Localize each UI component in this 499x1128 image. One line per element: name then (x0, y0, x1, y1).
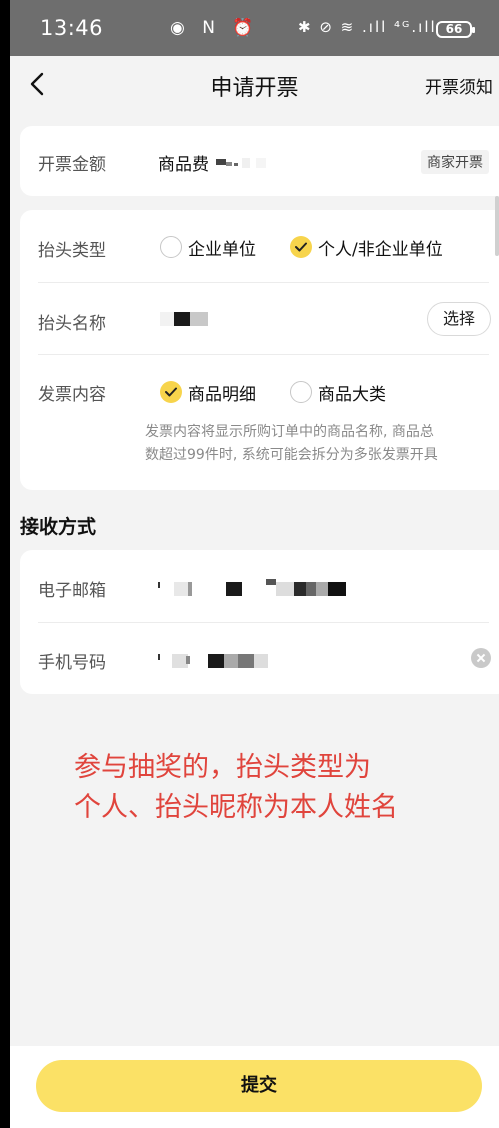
redacted-amount (216, 158, 266, 168)
status-icons-left: ◉ N ⏰ (170, 18, 260, 38)
invoice-notice-link[interactable]: 开票须知 (425, 73, 493, 98)
option-personal-label[interactable]: 个人/非企业单位 (318, 235, 443, 260)
receive-method-title: 接收方式 (20, 516, 97, 538)
annotation-line2: 个人、抬头昵称为本人姓名 (74, 792, 398, 823)
annotation-text: 参与抽奖的，抬头类型为 个人、抬头昵称为本人姓名 (74, 748, 474, 828)
submit-button[interactable]: 提交 (36, 1060, 482, 1112)
radio-item-detail-checked[interactable] (160, 381, 182, 403)
status-time: 13:46 (40, 16, 104, 40)
redacted-phone[interactable] (158, 650, 288, 670)
title-name-label: 抬头名称 (38, 314, 106, 334)
choose-title-button[interactable]: 选择 (427, 302, 491, 336)
content-hint-line1: 发票内容将显示所购订单中的商品名称, 商品总 (145, 424, 434, 440)
redacted-title-name[interactable] (160, 310, 210, 328)
invoice-info-card: 抬头类型 企业单位 个人/非企业单位 抬头名称 选择 发票内容 商品明细 商品大… (20, 210, 499, 490)
radio-item-category[interactable] (290, 381, 312, 403)
amount-card: 开票金额 商品费 商家开票 (20, 126, 499, 196)
invoice-content-label: 发票内容 (38, 385, 106, 405)
receive-card: 电子邮箱 手机号码 (20, 550, 499, 694)
content-hint-line2: 数超过99件时, 系统可能会拆分为多张发票开具 (145, 447, 438, 463)
phone-label: 手机号码 (38, 653, 106, 673)
annotation-line1: 参与抽奖的，抬头类型为 (74, 752, 371, 783)
check-icon (165, 387, 177, 397)
title-type-label: 抬头类型 (38, 241, 106, 261)
divider (38, 354, 489, 355)
bottom-bar: 提交 (10, 1046, 499, 1128)
option-company-label[interactable]: 企业单位 (188, 235, 256, 260)
option-item-detail-label[interactable]: 商品明细 (188, 380, 256, 405)
clear-input-icon[interactable] (471, 648, 491, 668)
battery-icon: 66 (436, 21, 475, 38)
amount-label: 开票金额 (38, 155, 106, 175)
option-item-category-label[interactable]: 商品大类 (318, 380, 386, 405)
redacted-email[interactable] (158, 578, 358, 598)
email-label: 电子邮箱 (38, 581, 106, 601)
amount-value-prefix: 商品费 (158, 155, 209, 175)
radio-personal-checked[interactable] (290, 236, 312, 258)
phone-screen: 13:46 ◉ N ⏰ ✱ ⊘ ≋ .ıll ⁴ᴳ.ıll 66 申请开票 开票… (10, 0, 499, 1128)
signal-icons: ✱ ⊘ ≋ .ıll ⁴ᴳ.ıll (298, 18, 437, 36)
divider (38, 622, 489, 623)
nav-header: 申请开票 开票须知 (10, 56, 499, 114)
status-bar: 13:46 ◉ N ⏰ ✱ ⊘ ≋ .ıll ⁴ᴳ.ıll 66 (10, 0, 499, 56)
merchant-invoice-tag: 商家开票 (421, 150, 489, 174)
check-icon (295, 242, 307, 252)
scroll-indicator (495, 196, 499, 256)
divider (38, 282, 489, 283)
radio-company[interactable] (160, 236, 182, 258)
